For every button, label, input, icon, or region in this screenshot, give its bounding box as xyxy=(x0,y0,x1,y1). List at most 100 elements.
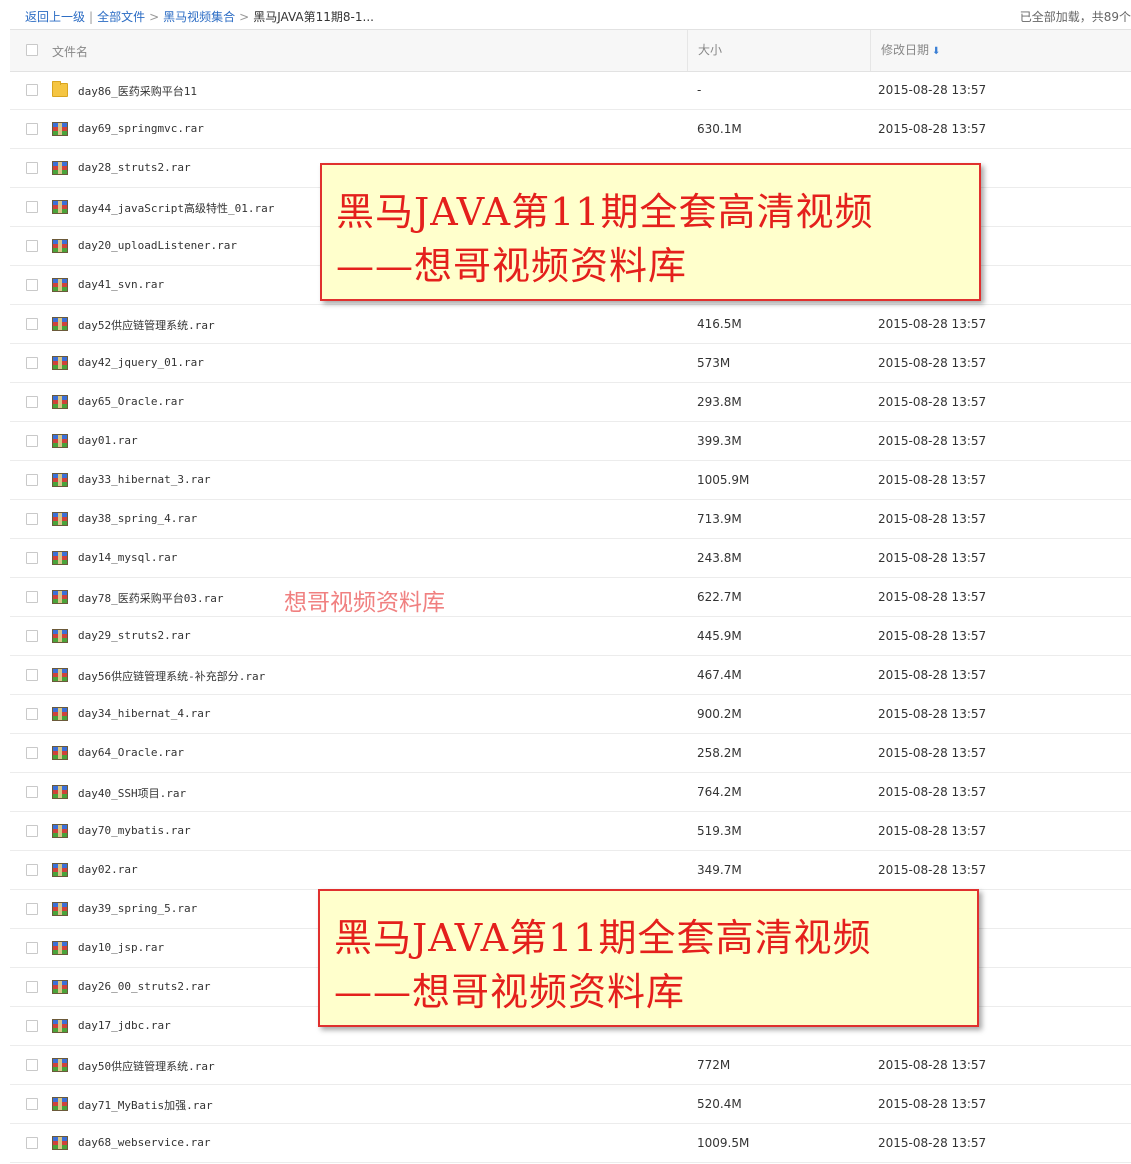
file-row[interactable]: day56供应链管理系统-补充部分.rar 467.4M 2015-08-28 13… xyxy=(10,656,1131,695)
rar-archive-icon xyxy=(52,551,68,565)
file-name[interactable]: day42_jquery_01.rar xyxy=(78,356,204,369)
file-name[interactable]: day38_spring_4.rar xyxy=(78,512,197,525)
file-row[interactable]: day01.rar 399.3M 2015-08-28 13:57 xyxy=(10,422,1131,461)
file-name[interactable]: day71_MyBatis加强.rar xyxy=(78,1097,213,1113)
file-row[interactable]: day65_Oracle.rar 293.8M 2015-08-28 13:57 xyxy=(10,383,1131,422)
file-size: 243.8M xyxy=(697,551,742,565)
file-name[interactable]: day17_jdbc.rar xyxy=(78,1019,171,1032)
file-name[interactable]: day44_javaScript高级特性_01.rar xyxy=(78,200,274,216)
file-name[interactable]: day10_jsp.rar xyxy=(78,941,164,954)
file-name[interactable]: day69_springmvc.rar xyxy=(78,122,204,135)
file-row[interactable]: day02.rar 349.7M 2015-08-28 13:57 xyxy=(10,851,1131,890)
file-name[interactable]: day50供应链管理系统.rar xyxy=(78,1058,215,1074)
file-size: 416.5M xyxy=(697,317,742,331)
file-row[interactable]: day40_SSH项目.rar 764.2M 2015-08-28 13:57 xyxy=(10,773,1131,812)
file-row[interactable]: day38_spring_4.rar 713.9M 2015-08-28 13:57 xyxy=(10,500,1131,539)
file-name[interactable]: day26_00_struts2.rar xyxy=(78,980,210,993)
column-date[interactable]: 修改日期 ⬇ xyxy=(870,30,940,71)
row-checkbox[interactable] xyxy=(26,357,38,369)
file-size: 258.2M xyxy=(697,746,742,760)
row-checkbox[interactable] xyxy=(26,279,38,291)
file-name[interactable]: day56供应链管理系统-补充部分.rar xyxy=(78,668,265,684)
column-size[interactable]: 大小 xyxy=(687,30,722,71)
row-checkbox[interactable] xyxy=(26,747,38,759)
back-link[interactable]: 返回上一级 xyxy=(25,10,85,24)
row-checkbox[interactable] xyxy=(26,240,38,252)
file-name[interactable]: day20_uploadListener.rar xyxy=(78,239,237,252)
file-name[interactable]: day86_医药采购平台11 xyxy=(78,83,197,99)
file-name[interactable]: day41_svn.rar xyxy=(78,278,164,291)
row-checkbox[interactable] xyxy=(26,123,38,135)
row-checkbox[interactable] xyxy=(26,786,38,798)
row-checkbox[interactable] xyxy=(26,1137,38,1149)
file-name[interactable]: day52供应链管理系统.rar xyxy=(78,317,215,333)
row-checkbox[interactable] xyxy=(26,669,38,681)
watermark-text: 想哥视频资料库 xyxy=(284,590,445,616)
file-name[interactable]: day65_Oracle.rar xyxy=(78,395,184,408)
file-row[interactable]: day64_Oracle.rar 258.2M 2015-08-28 13:57 xyxy=(10,734,1131,773)
rar-archive-icon xyxy=(52,941,68,955)
rar-archive-icon xyxy=(52,161,68,175)
file-name[interactable]: day64_Oracle.rar xyxy=(78,746,184,759)
row-checkbox[interactable] xyxy=(26,630,38,642)
rar-archive-icon xyxy=(52,629,68,643)
row-checkbox[interactable] xyxy=(26,591,38,603)
file-name[interactable]: day40_SSH项目.rar xyxy=(78,785,186,801)
file-name[interactable]: day34_hibernat_4.rar xyxy=(78,707,210,720)
file-row[interactable]: day69_springmvc.rar 630.1M 2015-08-28 13:5… xyxy=(10,110,1131,149)
file-date: 2015-08-28 13:57 xyxy=(878,785,987,799)
file-row[interactable]: day68_webservice.rar 1009.5M 2015-08-28 13… xyxy=(10,1124,1131,1163)
row-checkbox[interactable] xyxy=(26,942,38,954)
row-checkbox[interactable] xyxy=(26,864,38,876)
file-name[interactable]: day14_mysql.rar xyxy=(78,551,177,564)
row-checkbox[interactable] xyxy=(26,474,38,486)
file-name[interactable]: day39_spring_5.rar xyxy=(78,902,197,915)
row-checkbox[interactable] xyxy=(26,708,38,720)
row-checkbox[interactable] xyxy=(26,84,38,96)
row-checkbox[interactable] xyxy=(26,162,38,174)
overlay-banner: 黑马JAVA第11期全套高清视频 ——想哥视频资料库 xyxy=(318,889,979,1027)
file-row[interactable]: day42_jquery_01.rar 573M 2015-08-28 13:57 xyxy=(10,344,1131,383)
file-row[interactable]: day52供应链管理系统.rar 416.5M 2015-08-28 13:57 xyxy=(10,305,1131,344)
file-row[interactable]: day70_mybatis.rar 519.3M 2015-08-28 13:57 xyxy=(10,812,1131,851)
rar-archive-icon xyxy=(52,434,68,448)
row-checkbox[interactable] xyxy=(26,435,38,447)
file-name[interactable]: day70_mybatis.rar xyxy=(78,824,191,837)
row-checkbox[interactable] xyxy=(26,318,38,330)
row-checkbox[interactable] xyxy=(26,1059,38,1071)
file-row[interactable]: day71_MyBatis加强.rar 520.4M 2015-08-28 13:5… xyxy=(10,1085,1131,1124)
row-checkbox[interactable] xyxy=(26,201,38,213)
row-checkbox[interactable] xyxy=(26,825,38,837)
file-row[interactable]: day34_hibernat_4.rar 900.2M 2015-08-28 13:… xyxy=(10,695,1131,734)
file-name[interactable]: day29_struts2.rar xyxy=(78,629,191,642)
row-checkbox[interactable] xyxy=(26,981,38,993)
row-checkbox[interactable] xyxy=(26,396,38,408)
file-row[interactable]: day33_hibernat_3.rar 1005.9M 2015-08-28 13… xyxy=(10,461,1131,500)
file-name[interactable]: day78_医药采购平台03.rar xyxy=(78,590,223,606)
folder-link[interactable]: 黑马视频集合 xyxy=(163,10,235,24)
file-size: 622.7M xyxy=(697,590,742,604)
file-size: 1005.9M xyxy=(697,473,750,487)
row-checkbox[interactable] xyxy=(26,903,38,915)
breadcrumb-separator: > xyxy=(149,10,160,24)
select-all-checkbox[interactable] xyxy=(26,44,38,56)
file-row[interactable]: day86_医药采购平台11 - 2015-08-28 13:57 xyxy=(10,71,1131,110)
row-checkbox[interactable] xyxy=(26,513,38,525)
banner-title: 黑马JAVA第11期全套高清视频 xyxy=(336,190,874,234)
file-name[interactable]: day02.rar xyxy=(78,863,138,876)
file-row[interactable]: day50供应链管理系统.rar 772M 2015-08-28 13:57 xyxy=(10,1046,1131,1085)
row-checkbox[interactable] xyxy=(26,1098,38,1110)
column-name[interactable]: 文件名 xyxy=(52,43,88,60)
file-name[interactable]: day28_struts2.rar xyxy=(78,161,191,174)
file-row[interactable]: day29_struts2.rar 445.9M 2015-08-28 13:57 xyxy=(10,617,1131,656)
file-name[interactable]: day68_webservice.rar xyxy=(78,1136,210,1149)
file-name[interactable]: day01.rar xyxy=(78,434,138,447)
file-name[interactable]: day33_hibernat_3.rar xyxy=(78,473,210,486)
row-checkbox[interactable] xyxy=(26,1020,38,1032)
all-files-link[interactable]: 全部文件 xyxy=(97,10,145,24)
file-row[interactable]: day78_医药采购平台03.rar 622.7M 2015-08-28 13:57 xyxy=(10,578,1131,617)
file-date: 2015-08-28 13:57 xyxy=(878,122,987,136)
row-checkbox[interactable] xyxy=(26,552,38,564)
file-row[interactable]: day14_mysql.rar 243.8M 2015-08-28 13:57 xyxy=(10,539,1131,578)
file-date: 2015-08-28 13:57 xyxy=(878,83,987,97)
